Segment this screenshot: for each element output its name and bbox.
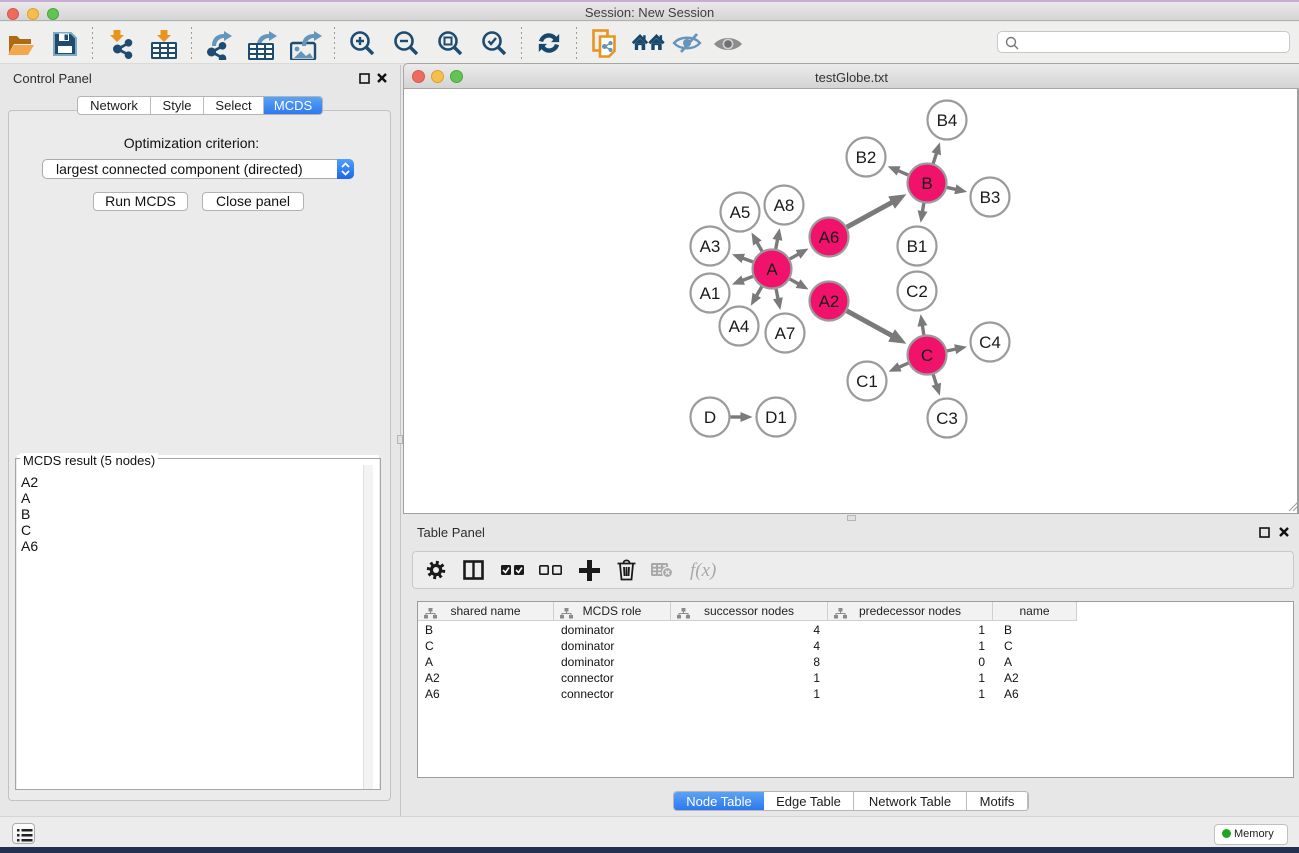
svg-text:A8: A8 [774, 196, 795, 215]
svg-text:B1: B1 [907, 237, 928, 256]
svg-text:A4: A4 [729, 317, 750, 336]
svg-text:D: D [704, 408, 716, 427]
svg-text:B2: B2 [856, 148, 877, 167]
svg-text:A7: A7 [775, 324, 796, 343]
svg-text:A2: A2 [819, 292, 840, 311]
svg-text:A: A [766, 260, 778, 279]
svg-text:A3: A3 [700, 237, 721, 256]
svg-text:C2: C2 [906, 282, 928, 301]
svg-text:C3: C3 [936, 409, 958, 428]
svg-text:B: B [921, 174, 932, 193]
svg-text:D1: D1 [765, 408, 787, 427]
svg-text:A1: A1 [700, 284, 721, 303]
svg-text:B4: B4 [937, 111, 958, 130]
svg-text:A6: A6 [819, 228, 840, 247]
svg-text:C: C [921, 346, 933, 365]
svg-text:C4: C4 [979, 333, 1001, 352]
svg-text:A5: A5 [730, 203, 751, 222]
svg-text:B3: B3 [980, 188, 1001, 207]
svg-text:C1: C1 [856, 372, 878, 391]
